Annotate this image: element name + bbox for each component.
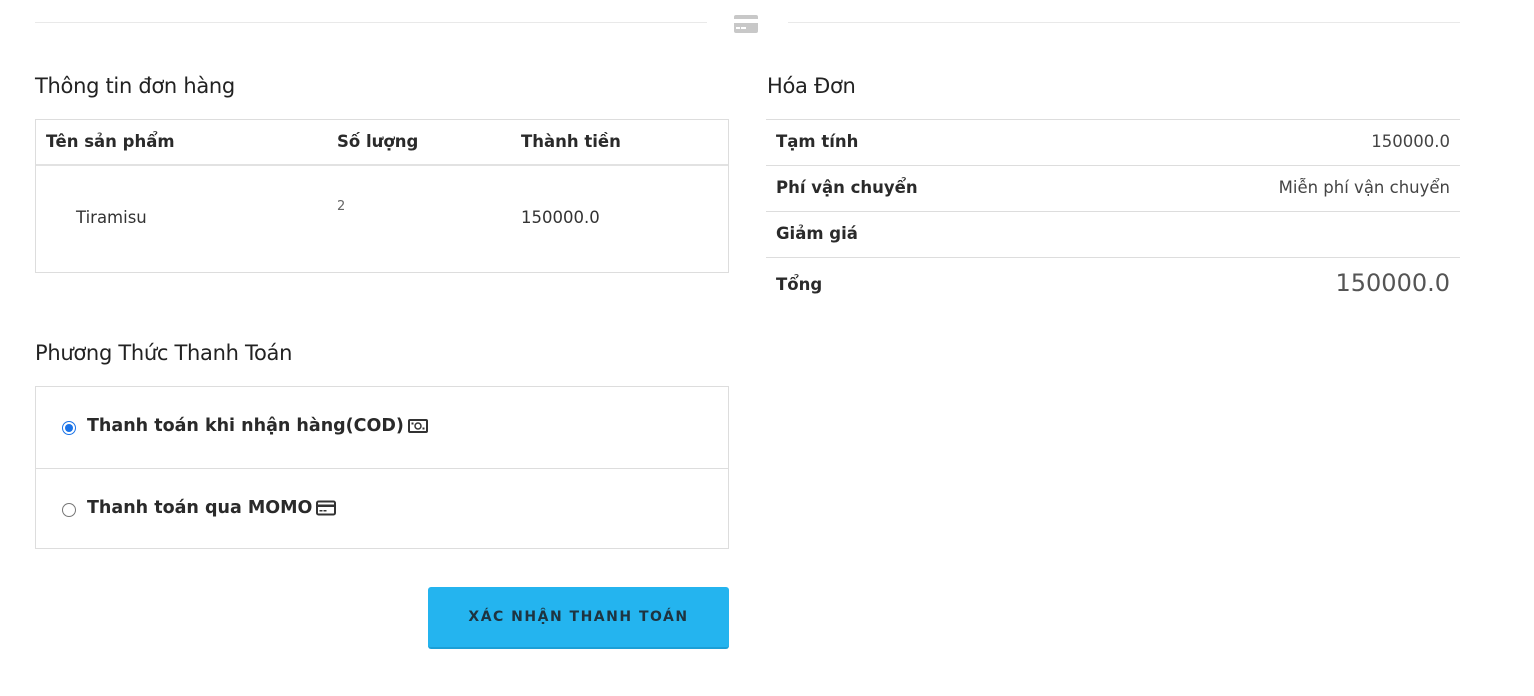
section-divider-right xyxy=(788,22,1460,23)
cod-radio[interactable] xyxy=(62,421,76,435)
invoice-title: Hóa Đơn xyxy=(767,74,856,98)
credit-card-icon xyxy=(316,500,337,516)
payment-option-cod[interactable]: Thanh toán khi nhận hàng(COD) xyxy=(36,387,728,468)
payment-option-label[interactable]: Thanh toán khi nhận hàng(COD) xyxy=(87,416,428,436)
payment-option-label[interactable]: Thanh toán qua MOMO xyxy=(87,498,337,518)
credit-card-icon xyxy=(734,15,758,33)
invoice-table: Tạm tính 150000.0 Phí vận chuyển Miễn ph… xyxy=(766,119,1460,315)
payment-option-momo[interactable]: Thanh toán qua MOMO xyxy=(36,468,728,549)
invoice-row-subtotal: Tạm tính 150000.0 xyxy=(766,119,1460,165)
order-table: Tên sản phẩm Số lượng Thành tiền Tiramis… xyxy=(35,119,729,273)
invoice-row-discount: Giảm giá xyxy=(766,211,1460,257)
payment-options: Thanh toán khi nhận hàng(COD) Thanh toán… xyxy=(35,386,729,549)
payment-method-title: Phương Thức Thanh Toán xyxy=(35,341,293,365)
subtotal-value: 150000.0 xyxy=(1371,132,1450,151)
product-name: Tiramisu xyxy=(76,208,147,227)
product-total: 150000.0 xyxy=(521,208,600,227)
invoice-row-shipping: Phí vận chuyển Miễn phí vận chuyển xyxy=(766,165,1460,211)
table-row: Tiramisu 2 150000.0 xyxy=(36,166,728,272)
total-value: 150000.0 xyxy=(1335,269,1450,297)
order-info-title: Thông tin đơn hàng xyxy=(35,74,235,98)
momo-label[interactable]: Thanh toán qua MOMO xyxy=(87,498,312,518)
momo-radio[interactable] xyxy=(62,503,76,517)
shipping-label: Phí vận chuyển xyxy=(776,178,918,197)
shipping-value: Miễn phí vận chuyển xyxy=(1278,178,1450,197)
checkout-page: Thông tin đơn hàng Tên sản phẩm Số lượng… xyxy=(0,0,1534,696)
invoice-row-total: Tổng 150000.0 xyxy=(766,257,1460,315)
discount-label: Giảm giá xyxy=(776,224,858,243)
cash-icon xyxy=(407,419,428,433)
total-label: Tổng xyxy=(776,275,823,294)
confirm-payment-button[interactable]: XÁC NHẬN THANH TOÁN xyxy=(428,587,729,649)
order-table-header: Tên sản phẩm Số lượng Thành tiền xyxy=(36,120,728,166)
product-quantity: 2 xyxy=(337,199,346,214)
column-header-total: Thành tiền xyxy=(521,132,621,151)
section-divider-left xyxy=(35,22,707,23)
subtotal-label: Tạm tính xyxy=(776,132,859,151)
column-header-product-name: Tên sản phẩm xyxy=(46,132,175,151)
cod-label[interactable]: Thanh toán khi nhận hàng(COD) xyxy=(87,416,404,436)
column-header-quantity: Số lượng xyxy=(337,132,419,151)
